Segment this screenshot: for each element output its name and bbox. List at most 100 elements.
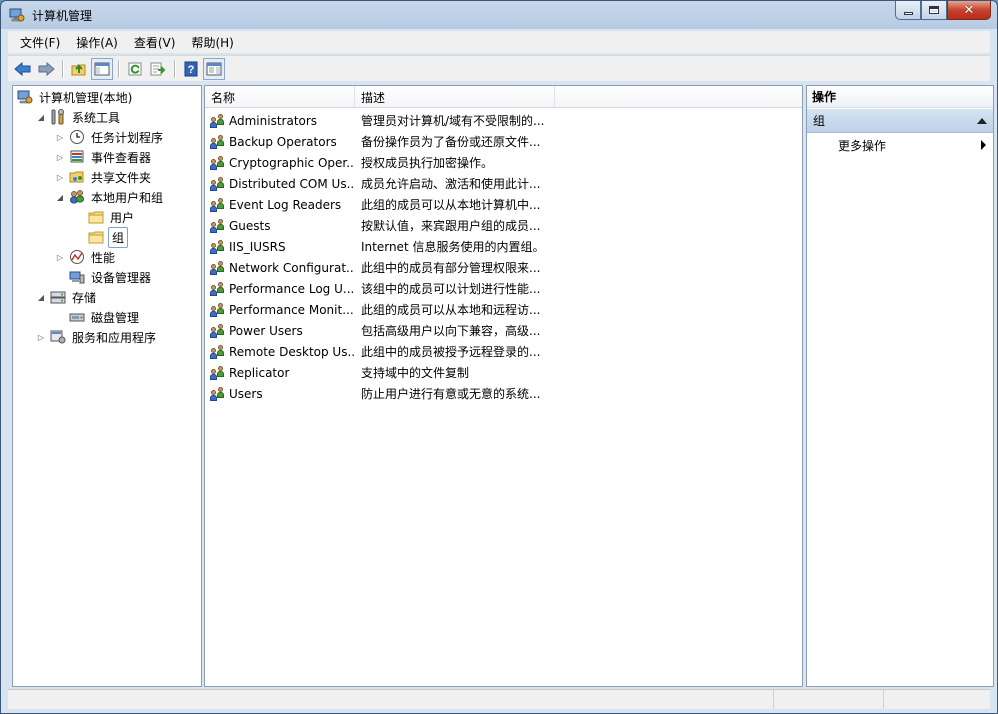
maximize-button[interactable] <box>921 1 947 20</box>
group-name-cell: Administrators <box>205 113 355 129</box>
refresh-icon <box>128 62 142 75</box>
column-header-filler <box>555 86 802 108</box>
minimize-icon <box>903 11 913 15</box>
tree-item[interactable]: ▷ 服务和应用程序 <box>36 327 158 347</box>
close-button[interactable]: ✕ <box>947 1 991 20</box>
tree-item[interactable]: ▷ 共享文件夹 <box>55 167 153 187</box>
tree-item[interactable]: ▷磁盘管理 <box>55 307 141 327</box>
group-icon <box>210 176 226 192</box>
group-description: 授权成员执行加密操作。 <box>361 156 494 170</box>
list-item[interactable]: Network Configurat... 此组中的成员有部分管理权限来... <box>205 257 802 278</box>
group-icon <box>210 197 226 213</box>
tree-item[interactable]: ▷计算机管理(本地) <box>17 87 134 107</box>
tree-item[interactable]: ▷设备管理器 <box>55 267 153 287</box>
list-item[interactable]: Cryptographic Oper... 授权成员执行加密操作。 <box>205 152 802 173</box>
list-item[interactable]: Replicator 支持域中的文件复制 <box>205 362 802 383</box>
collapsed-arrow-icon[interactable]: ▷ <box>36 332 46 342</box>
list-item[interactable]: Distributed COM Us... 成员允许启动、激活和使用此计... <box>205 173 802 194</box>
group-description: 包括高级用户以向下兼容，高级... <box>361 324 541 338</box>
tree-item[interactable]: ◢ 系统工具 <box>36 107 122 127</box>
menu-help[interactable]: 帮助(H) <box>185 32 239 53</box>
tree-item[interactable]: ◢ 本地用户和组 <box>55 187 165 207</box>
collapsed-arrow-icon[interactable]: ▷ <box>55 132 65 142</box>
expanded-arrow-icon[interactable]: ◢ <box>36 112 46 122</box>
properties-button[interactable] <box>203 57 225 80</box>
minimize-button[interactable] <box>895 1 921 20</box>
list-item[interactable]: Backup Operators 备份操作员为了备份或还原文件... <box>205 131 802 152</box>
export-list-button[interactable] <box>147 58 169 80</box>
menu-action[interactable]: 操作(A) <box>70 32 124 53</box>
show-hide-tree-button[interactable] <box>91 57 113 80</box>
actions-group-header[interactable]: 组 <box>807 109 993 133</box>
menu-view[interactable]: 查看(V) <box>128 32 182 53</box>
group-icon <box>210 344 226 360</box>
list-item[interactable]: Guests 按默认值，来宾跟用户组的成员... <box>205 215 802 236</box>
tree-item-label: 设备管理器 <box>91 270 152 285</box>
tree-item-label: 本地用户和组 <box>91 190 164 205</box>
title-bar[interactable]: 计算机管理 ✕ <box>1 1 997 29</box>
performance-icon <box>69 249 85 265</box>
tree-item[interactable]: ▷用户 <box>74 207 136 227</box>
tree-item[interactable]: ▷ 性能 <box>55 247 117 267</box>
group-name: Distributed COM Us... <box>229 176 355 191</box>
menu-bar: 文件(F) 操作(A) 查看(V) 帮助(H) <box>8 31 990 53</box>
menu-file[interactable]: 文件(F) <box>14 32 66 53</box>
computer-management-icon <box>9 7 25 23</box>
collapsed-arrow-icon[interactable]: ▷ <box>55 172 65 182</box>
console-tree[interactable]: ▷计算机管理(本地) ◢ 系统工具 ▷ 任务计划程序 ▷事件查看器▷共享文件夹 ◢ 本地用户和… <box>12 85 202 687</box>
system-tools-icon <box>50 109 66 125</box>
help-button[interactable]: ? <box>180 58 202 80</box>
refresh-button[interactable] <box>124 58 146 80</box>
folder-icon <box>88 209 104 225</box>
tree-item[interactable]: ▷ 事件查看器 <box>55 147 153 167</box>
list-item[interactable]: Event Log Readers 此组的成员可以从本地计算机中... <box>205 194 802 215</box>
collapsed-arrow-icon[interactable]: ▷ <box>55 152 65 162</box>
maximize-icon <box>929 6 939 14</box>
group-icon <box>210 302 226 318</box>
users-icon <box>69 189 85 205</box>
computer-management-window: 计算机管理 ✕ 文件(F) 操作(A) 查看(V) 帮助(H) ? 计算机管理(… <box>0 0 998 714</box>
groups-list[interactable]: 名称 描述 Administrators 管理员对计算机/域有不受限制的... Ba… <box>204 85 803 687</box>
column-header-description[interactable]: 描述 <box>355 86 555 108</box>
tree-item[interactable]: ▷ 任务计划程序 <box>55 127 165 147</box>
tree-item-label: 系统工具 <box>72 110 121 125</box>
group-name: Replicator <box>229 365 290 380</box>
group-icon <box>210 323 226 339</box>
group-description: 按默认值，来宾跟用户组的成员... <box>361 219 541 233</box>
column-header-name[interactable]: 名称 <box>205 86 355 108</box>
list-item[interactable]: Administrators 管理员对计算机/域有不受限制的... <box>205 110 802 131</box>
back-button[interactable] <box>12 58 34 80</box>
list-item[interactable]: Remote Desktop Us... 此组中的成员被授予远程登录的... <box>205 341 802 362</box>
toolbar-separator <box>118 59 119 78</box>
group-name-cell: Guests <box>205 218 355 234</box>
more-actions-item[interactable]: 更多操作 <box>838 135 988 155</box>
tree-item[interactable]: ◢ 存储 <box>36 287 98 307</box>
expanded-arrow-icon[interactable]: ◢ <box>36 292 46 302</box>
tree-item[interactable]: ▷组 <box>74 226 129 248</box>
services-icon <box>50 329 66 345</box>
properties-icon <box>206 62 222 75</box>
expanded-arrow-icon[interactable]: ◢ <box>55 192 65 202</box>
list-item[interactable]: Power Users 包括高级用户以向下兼容，高级... <box>205 320 802 341</box>
list-item[interactable]: Users 防止用户进行有意或无意的系统... <box>205 383 802 404</box>
collapse-up-icon[interactable] <box>977 117 987 124</box>
list-item[interactable]: Performance Monit... 此组的成员可以从本地和远程访... <box>205 299 802 320</box>
svg-text:?: ? <box>188 64 195 76</box>
tree-item-label: 任务计划程序 <box>91 130 164 145</box>
group-name-cell: Event Log Readers <box>205 197 355 213</box>
group-name: IIS_IUSRS <box>229 239 286 254</box>
group-description: 管理员对计算机/域有不受限制的... <box>361 114 545 128</box>
collapsed-arrow-icon[interactable]: ▷ <box>55 252 65 262</box>
list-item[interactable]: Performance Log U... 该组中的成员可以计划进行性能... <box>205 278 802 299</box>
group-name: Performance Log U... <box>229 281 355 296</box>
group-name: Guests <box>229 218 271 233</box>
group-name-cell: Replicator <box>205 365 355 381</box>
forward-button[interactable] <box>35 58 57 80</box>
tree-item-label: 服务和应用程序 <box>72 330 157 345</box>
group-icon <box>210 134 226 150</box>
shared-folder-icon <box>69 169 85 185</box>
list-item[interactable]: IIS_IUSRS Internet 信息服务使用的内置组。 <box>205 236 802 257</box>
group-icon <box>210 281 226 297</box>
up-folder-button[interactable] <box>68 58 90 80</box>
group-name-cell: Cryptographic Oper... <box>205 155 355 171</box>
